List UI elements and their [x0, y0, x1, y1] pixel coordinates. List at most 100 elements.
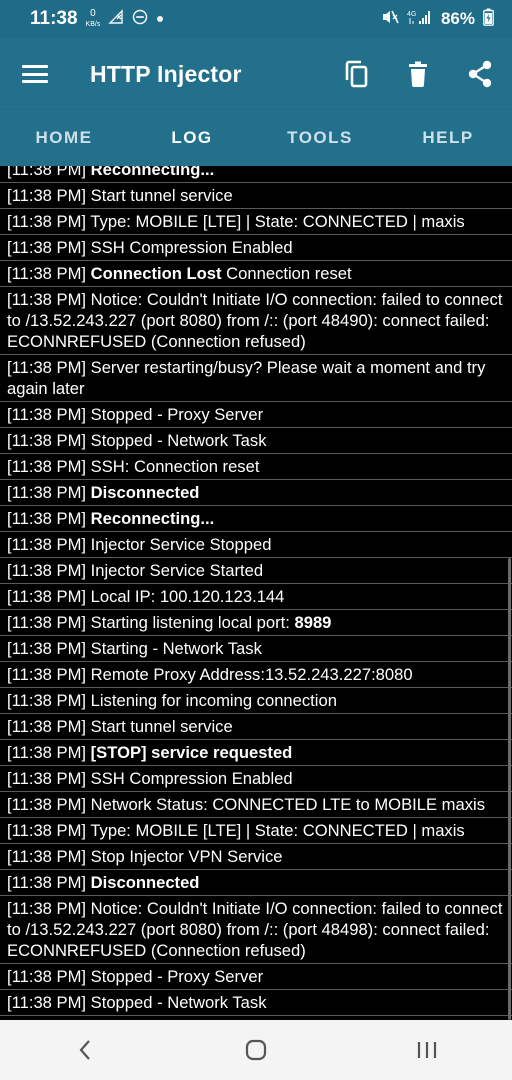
log-message: Stopped - Network Task — [90, 431, 267, 450]
log-message: Listening for incoming connection — [90, 691, 337, 710]
log-entry: [11:38 PM] SSH Compression Enabled — [0, 235, 512, 261]
log-entry: [11:38 PM] SSH: Connection reset — [0, 454, 512, 480]
log-timestamp: [11:38 PM] — [7, 993, 87, 1012]
log-message: Stopped - Network Task — [90, 993, 267, 1012]
tab-log[interactable]: LOG — [128, 110, 256, 166]
mute-icon — [381, 9, 399, 30]
log-list[interactable]: [11:38 PM] Reconnecting... [11:38 PM] Sta… — [0, 166, 512, 1020]
log-entry: [11:38 PM] [STOP] service requested — [0, 740, 512, 766]
log-timestamp: [11:38 PM] — [7, 847, 87, 866]
log-message: Type: MOBILE [LTE] | State: CONNECTED | … — [90, 212, 465, 231]
log-timestamp: [11:38 PM] — [7, 665, 87, 684]
log-message: Type: MOBILE [LTE] | State: CONNECTED | … — [90, 821, 465, 840]
log-message: Start tunnel service — [90, 717, 233, 736]
log-entry: [11:38 PM] Stop Injector VPN Service — [0, 844, 512, 870]
log-timestamp: [11:38 PM] — [7, 358, 87, 377]
log-timestamp: [11:38 PM] — [7, 561, 87, 580]
log-entry: [11:38 PM] Reconnecting... — [0, 166, 512, 183]
log-entry: [11:38 PM] Server restarting/busy? Pleas… — [0, 355, 512, 402]
log-timestamp: [11:38 PM] — [7, 166, 87, 179]
log-timestamp: [11:38 PM] — [7, 264, 87, 283]
network-speed-value: 0 — [90, 7, 96, 19]
log-timestamp: [11:38 PM] — [7, 967, 87, 986]
log-entry: [11:38 PM] Stopped - Network Task — [0, 990, 512, 1016]
log-emphasis: Disconnected — [90, 483, 200, 502]
log-timestamp: [11:38 PM] — [7, 821, 87, 840]
hamburger-menu-icon[interactable] — [22, 64, 48, 84]
log-entry: [11:38 PM] Start tunnel service — [0, 714, 512, 740]
log-message: Remote Proxy Address:13.52.243.227:8080 — [90, 665, 413, 684]
log-timestamp: [11:38 PM] — [7, 613, 87, 632]
svg-text:4G: 4G — [407, 11, 416, 18]
trash-icon[interactable] — [402, 58, 434, 90]
log-timestamp: [11:38 PM] — [7, 899, 87, 918]
log-emphasis: Reconnecting... — [90, 166, 215, 179]
dnd-icon — [132, 9, 148, 30]
scrollbar-thumb[interactable] — [508, 558, 511, 1020]
signal-off-icon — [108, 8, 124, 30]
notification-dot-icon — [156, 10, 164, 28]
recents-icon[interactable] — [407, 1030, 447, 1070]
status-right: 4G 86% — [381, 8, 494, 31]
log-entry: [11:38 PM] Stopped - Network Task — [0, 428, 512, 454]
network-speed: 0 KB/s — [86, 7, 101, 30]
share-icon[interactable] — [464, 58, 496, 90]
status-bar: 11:38 0 KB/s 4G 86% — [0, 0, 512, 38]
log-timestamp: [11:38 PM] — [7, 212, 87, 231]
log-message: Starting - Network Task — [90, 639, 262, 658]
log-message: SSH Compression Enabled — [90, 238, 293, 257]
log-timestamp: [11:38 PM] — [7, 535, 87, 554]
log-message: SSH Compression Enabled — [90, 769, 293, 788]
log-entry: [11:38 PM] Notice: Couldn't Initiate I/O… — [0, 896, 512, 964]
log-message: Injector Service Stopped — [90, 535, 272, 554]
log-emphasis: 8989 — [294, 613, 332, 632]
log-list-content: [11:38 PM] Reconnecting... [11:38 PM] Sta… — [0, 166, 512, 1020]
log-timestamp: [11:38 PM] — [7, 587, 87, 606]
battery-percent: 86% — [440, 9, 475, 28]
log-timestamp: [11:38 PM] — [7, 457, 87, 476]
log-entry: [11:38 PM] Stopped - Proxy Server — [0, 402, 512, 428]
home-icon[interactable] — [236, 1030, 276, 1070]
log-entry: [11:38 PM] Type: MOBILE [LTE] | State: C… — [0, 818, 512, 844]
log-entry: [11:38 PM] Notice: Couldn't Initiate I/O… — [0, 287, 512, 355]
log-entry: [11:38 PM] SSH Compression Enabled — [0, 766, 512, 792]
app-title: HTTP Injector — [90, 60, 242, 87]
log-timestamp: [11:38 PM] — [7, 795, 87, 814]
log-entry: [11:38 PM] Stopped - Proxy Server — [0, 964, 512, 990]
log-entry: [11:38 PM] Start tunnel service — [0, 183, 512, 209]
tab-help[interactable]: HELP — [384, 110, 512, 166]
log-message: Stop Injector VPN Service — [90, 847, 283, 866]
log-entry: [11:38 PM] Local IP: 100.120.123.144 — [0, 584, 512, 610]
status-left: 11:38 0 KB/s — [30, 8, 164, 30]
log-entry: [11:38 PM] Listening for incoming connec… — [0, 688, 512, 714]
log-timestamp: [11:38 PM] — [7, 717, 87, 736]
log-timestamp: [11:38 PM] — [7, 431, 87, 450]
copy-icon[interactable] — [340, 58, 372, 90]
log-message: Stopped - Proxy Server — [90, 967, 264, 986]
log-message: Stopped - Proxy Server — [90, 405, 264, 424]
tab-home[interactable]: HOME — [0, 110, 128, 166]
log-entry: [11:38 PM] Reconnecting... — [0, 506, 512, 532]
log-entry: [11:38 PM] Starting - Network Task — [0, 636, 512, 662]
log-entry: [11:38 PM] Network Status: CONNECTED LTE… — [0, 792, 512, 818]
back-icon[interactable] — [65, 1030, 105, 1070]
log-entry: [11:38 PM] Starting listening local port… — [0, 610, 512, 636]
log-timestamp: [11:38 PM] — [7, 639, 87, 658]
log-timestamp: [11:38 PM] — [7, 405, 87, 424]
log-timestamp: [11:38 PM] — [7, 509, 87, 528]
status-time: 11:38 — [30, 8, 78, 29]
app-bar: HTTP Injector — [0, 38, 512, 110]
log-entry: [11:38 PM] Remote Proxy Address:13.52.24… — [0, 662, 512, 688]
log-timestamp: [11:38 PM] — [7, 290, 87, 309]
log-timestamp: [11:38 PM] — [7, 769, 87, 788]
log-message: Local IP: 100.120.123.144 — [90, 587, 285, 606]
log-emphasis: [STOP] service requested — [90, 743, 293, 762]
tab-tools[interactable]: TOOLS — [256, 110, 384, 166]
app-actions — [340, 58, 496, 90]
log-message: SSH: Connection reset — [90, 457, 260, 476]
log-timestamp: [11:38 PM] — [7, 691, 87, 710]
log-message: Starting listening local port: — [90, 613, 290, 632]
log-entry: [11:38 PM] Injector Service Started — [0, 558, 512, 584]
log-timestamp: [11:38 PM] — [7, 483, 87, 502]
tab-bar: HOME LOG TOOLS HELP — [0, 110, 512, 166]
